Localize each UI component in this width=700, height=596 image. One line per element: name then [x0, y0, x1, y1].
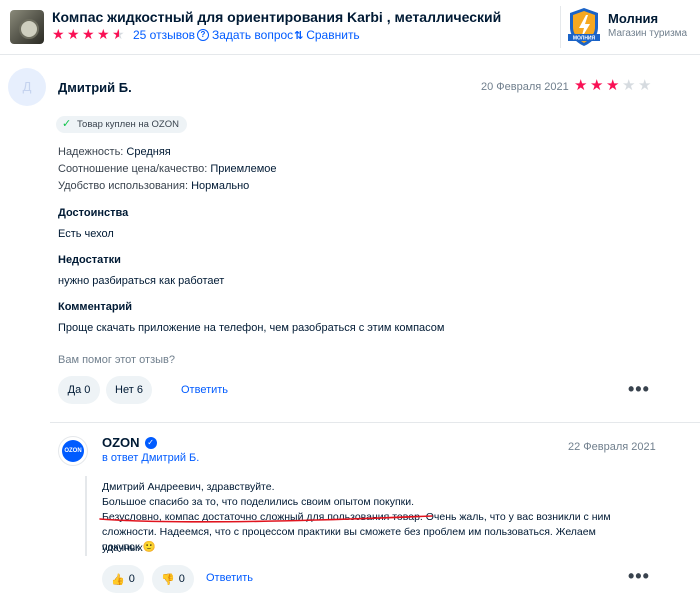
comment-title: Комментарий: [58, 301, 133, 313]
product-thumbnail[interactable]: [10, 10, 44, 44]
purchased-badge: ✓ Товар куплен на OZON: [56, 116, 187, 133]
star-icon: ★: [590, 77, 604, 94]
thumbs-up-icon: 👍: [111, 573, 125, 586]
star-icon: ★: [574, 77, 588, 94]
helpful-no-button[interactable]: Нет 6: [106, 376, 152, 404]
reply-author-label: OZON: [102, 435, 140, 450]
helpful-yes-button[interactable]: Да 0: [58, 376, 100, 404]
product-title[interactable]: Компас жидкостный для ориентирования Kar…: [52, 9, 501, 25]
star-empty-icon: ★: [638, 77, 652, 94]
star-empty-icon: ★: [622, 77, 636, 94]
reply-thread-line: [85, 476, 87, 556]
compare-icon: ⇅: [294, 29, 304, 42]
dislike-count: 0: [178, 573, 185, 585]
compare-label: Сравнить: [306, 28, 360, 42]
product-rating-stars: ★ ★ ★ ★ ★: [52, 27, 126, 41]
helpful-question: Вам помог этот отзыв?: [58, 354, 175, 366]
shop-subtitle: Магазин туризма: [608, 28, 688, 39]
shop-name[interactable]: Молния: [608, 11, 658, 26]
star-icon: ★: [52, 26, 65, 42]
reply-author: OZON ✓: [102, 435, 157, 450]
reply-answer-button[interactable]: Ответить: [206, 572, 253, 584]
more-options-icon[interactable]: •••: [628, 379, 650, 400]
param-reliability: Надежность: Средняя: [58, 146, 171, 158]
cons-text: нужно разбираться как работает: [58, 275, 225, 287]
header-divider: [560, 6, 561, 48]
review-author: Дмитрий Б.: [58, 80, 132, 95]
param-price-quality: Соотношение цена/качество: Приемлемое: [58, 163, 277, 175]
like-count: 0: [128, 573, 135, 585]
like-button[interactable]: 👍 0: [102, 565, 144, 593]
ask-question-label: Задать вопрос: [212, 28, 294, 42]
reply-date: 22 Февраля 2021: [568, 441, 656, 453]
pros-title: Достоинства: [58, 207, 129, 219]
check-icon: ✓: [62, 118, 72, 130]
review-rating-stars: ★ ★ ★ ★ ★: [574, 77, 653, 94]
question-icon: ?: [197, 29, 209, 41]
handdrawn-underline: [99, 515, 433, 523]
reply-to-link[interactable]: в ответ Дмитрий Б.: [102, 452, 199, 464]
star-icon: ★: [82, 26, 95, 42]
svg-text:МОЛНИЯ: МОЛНИЯ: [573, 36, 596, 42]
half-star-icon: ★: [112, 26, 125, 42]
reply-more-options-icon[interactable]: •••: [628, 566, 650, 587]
reply-button[interactable]: Ответить: [181, 384, 228, 396]
reply-line: покупок 🙂: [102, 541, 156, 553]
ask-question-link[interactable]: ? Задать вопрос: [197, 28, 293, 42]
comment-text: Проще скачать приложение на телефон, чем…: [58, 322, 445, 334]
reply-divider: [50, 422, 700, 423]
star-icon: ★: [67, 26, 80, 42]
purchased-badge-label: Товар куплен на OZON: [77, 119, 179, 130]
reply-line: Большое спасибо за то, что поделились св…: [102, 496, 415, 508]
cons-title: Недостатки: [58, 254, 121, 266]
thumbs-down-icon: 👎: [161, 573, 175, 586]
reviews-count-link[interactable]: 25 отзывов: [133, 28, 195, 42]
verified-icon: ✓: [144, 436, 157, 449]
star-icon: ★: [97, 26, 110, 42]
review-date: 20 Февраля 2021: [481, 81, 569, 93]
param-usability: Удобство использования: Нормально: [58, 180, 250, 192]
star-icon: ★: [606, 77, 620, 94]
dislike-button[interactable]: 👎 0: [152, 565, 194, 593]
shop-logo[interactable]: МОЛНИЯ: [568, 7, 600, 47]
pros-text: Есть чехол: [58, 228, 114, 240]
avatar: Д: [8, 68, 46, 106]
reply-line: Дмитрий Андреевич, здравствуйте.: [102, 481, 275, 493]
ozon-logo: OZON: [58, 436, 88, 466]
compare-link[interactable]: ⇅ Сравнить: [294, 28, 360, 42]
